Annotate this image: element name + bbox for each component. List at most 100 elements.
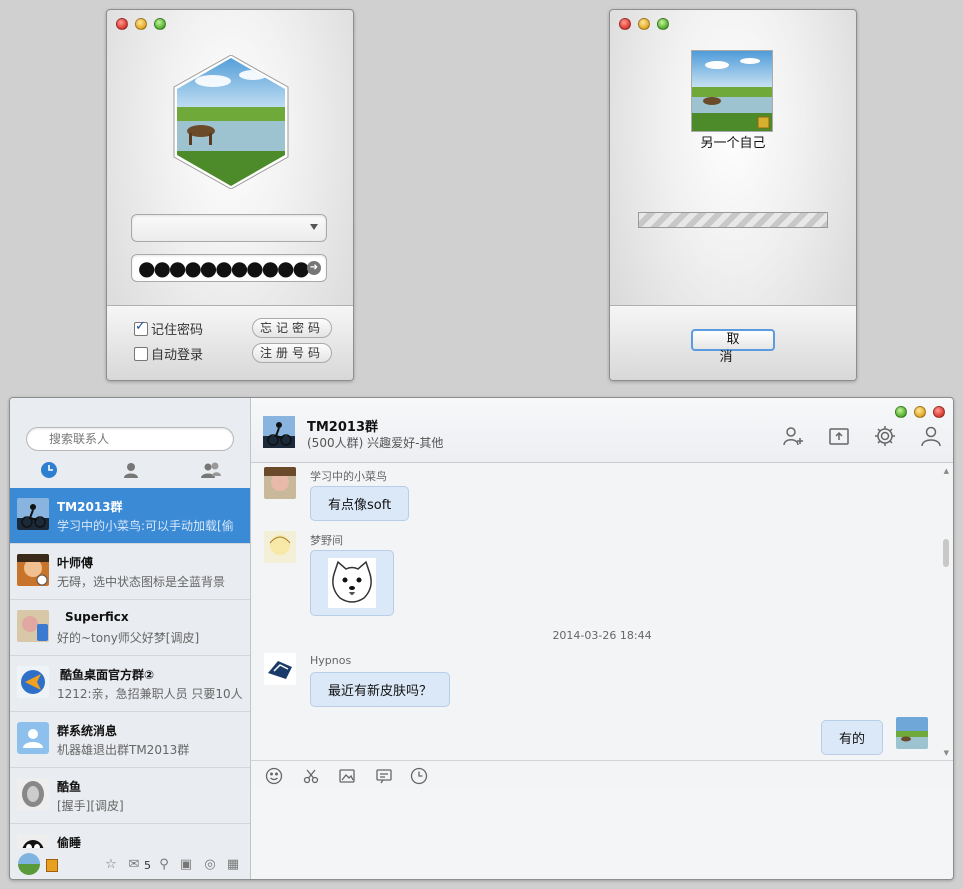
- profile-icon[interactable]: [919, 424, 943, 448]
- sender-avatar[interactable]: [264, 531, 296, 563]
- dropdown-arrow-icon[interactable]: [310, 224, 318, 230]
- checkbox-unchecked-icon[interactable]: [134, 346, 148, 361]
- message-list: 学习中的小菜鸟 有点像soft 梦野间 2014-03-26 18:44 Hyp…: [251, 463, 953, 759]
- checkbox-checked-icon[interactable]: [134, 319, 148, 336]
- session-avatar: [17, 834, 49, 848]
- zoom-button[interactable]: [154, 18, 166, 30]
- window-controls: [619, 18, 669, 30]
- user-display-name: 另一个自己: [700, 136, 766, 151]
- window-controls: [116, 18, 166, 30]
- chat-window: TM2013群 学习中的小菜鸟:可以手动加载[偷 叶师傅 无碍，选中状态图标是全…: [9, 397, 954, 880]
- message-input-area[interactable]: [251, 789, 953, 879]
- tab-groups[interactable]: [196, 458, 226, 482]
- search-box[interactable]: [26, 427, 234, 451]
- chat-header: TM2013群 (500人群) 兴趣爱好-其他: [251, 398, 953, 463]
- scissors-icon[interactable]: [302, 767, 320, 785]
- search-input[interactable]: [47, 431, 221, 447]
- session-item[interactable]: TM2013群 学习中的小菜鸟:可以手动加载[偷: [10, 488, 250, 544]
- session-avatar: [17, 722, 49, 754]
- user-avatar-hexagon[interactable]: [173, 54, 289, 190]
- message-bubble: 最近有新皮肤吗？: [310, 672, 451, 707]
- scroll-thumb[interactable]: [943, 539, 949, 567]
- close-button[interactable]: [116, 18, 128, 30]
- tab-recent[interactable]: [34, 458, 64, 482]
- session-item[interactable]: 群系统消息 机器雄退出群TM2013群: [10, 712, 250, 768]
- my-avatar[interactable]: [896, 717, 928, 749]
- search-icon[interactable]: ⚲: [156, 857, 172, 873]
- session-avatar: [17, 666, 49, 698]
- session-name: 群系统消息: [57, 724, 118, 738]
- my-avatar[interactable]: [18, 853, 40, 875]
- group-icon[interactable]: [200, 461, 222, 479]
- session-preview: 1212:亲，急招兼职人员 只要10人 3: [57, 687, 243, 701]
- group-avatar[interactable]: [263, 416, 295, 448]
- session-item[interactable]: Superficx 好的~tony师父好梦[调皮]: [10, 600, 250, 656]
- scroll-down-arrow-icon[interactable]: ▼: [944, 749, 949, 757]
- add-member-icon[interactable]: [781, 424, 805, 448]
- group-title: TM2013群: [307, 420, 378, 435]
- app-icon[interactable]: ◎: [202, 857, 218, 873]
- grid-icon[interactable]: ▦: [225, 857, 241, 873]
- sender-name: Hypnos: [310, 654, 352, 667]
- username-field[interactable]: [131, 214, 327, 242]
- session-name: Superficx: [65, 610, 129, 624]
- login-arrow-icon[interactable]: ➜: [307, 261, 321, 275]
- input-toolbar: [251, 760, 953, 789]
- emoji-icon[interactable]: [265, 767, 283, 785]
- clock-icon[interactable]: [40, 461, 58, 479]
- zoom-button[interactable]: [657, 18, 669, 30]
- session-avatar: [17, 778, 49, 810]
- message-manager-icon[interactable]: [375, 767, 393, 785]
- session-item[interactable]: 酷鱼桌面官方群② 1212:亲，急招兼职人员 只要10人 3: [10, 656, 250, 712]
- history-clock-icon[interactable]: [410, 767, 428, 785]
- login-options-bar: 记住密码 自动登录 忘记密码 注册号码: [107, 305, 353, 380]
- image-icon[interactable]: [338, 767, 356, 785]
- cancel-button[interactable]: 取 消: [691, 329, 775, 365]
- user-avatar: [691, 50, 773, 132]
- person-icon[interactable]: [122, 461, 140, 479]
- close-button[interactable]: [619, 18, 631, 30]
- mail-icon[interactable]: ✉: [126, 857, 142, 873]
- login-progress-window: 另一个自己 取 消: [609, 9, 857, 381]
- scroll-up-arrow-icon[interactable]: ▲: [944, 467, 949, 475]
- session-name: 偷睡: [57, 836, 82, 848]
- sender-name: 学习中的小菜鸟: [310, 470, 387, 483]
- session-preview: 机器雄退出群TM2013群: [57, 743, 190, 757]
- session-name: 酷鱼桌面官方群②: [60, 668, 155, 682]
- sidebar-tabs: [10, 458, 250, 486]
- session-name: TM2013群: [57, 500, 123, 514]
- close-button[interactable]: [933, 406, 945, 418]
- minimize-button[interactable]: [914, 406, 926, 418]
- sidebar: TM2013群 学习中的小菜鸟:可以手动加载[偷 叶师傅 无碍，选中状态图标是全…: [10, 398, 251, 879]
- session-avatar: [17, 554, 49, 586]
- gear-icon[interactable]: [873, 424, 897, 448]
- register-button[interactable]: 注册号码: [252, 343, 332, 363]
- password-masked-value: ●●●●●●●●●●●: [138, 256, 310, 280]
- sender-avatar[interactable]: [264, 467, 296, 499]
- window-controls: [895, 406, 945, 418]
- login-window: ●●●●●●●●●●● ➜ 记住密码 自动登录 忘记密码 注册号码: [106, 9, 354, 381]
- star-icon[interactable]: ☆: [103, 857, 119, 873]
- tab-contacts[interactable]: [116, 458, 146, 482]
- session-avatar: [17, 498, 49, 530]
- session-item[interactable]: 叶师傅 无碍，选中状态图标是全蓝背景: [10, 544, 250, 600]
- session-preview: 学习中的小菜鸟:可以手动加载[偷: [57, 519, 234, 533]
- auto-login-checkbox[interactable]: 自动登录: [134, 344, 203, 363]
- my-message-bubble: 有的: [821, 720, 884, 755]
- share-file-icon[interactable]: [827, 424, 851, 448]
- status-icon[interactable]: [46, 859, 58, 872]
- session-item[interactable]: 酷鱼 [握手][调皮]: [10, 768, 250, 824]
- zoom-button[interactable]: [895, 406, 907, 418]
- forgot-password-button[interactable]: 忘记密码: [252, 318, 332, 338]
- sender-avatar[interactable]: [264, 653, 296, 685]
- session-item[interactable]: 偷睡: [10, 824, 250, 848]
- box-icon[interactable]: ▣: [178, 857, 194, 873]
- password-field[interactable]: ●●●●●●●●●●● ➜: [131, 254, 327, 282]
- message-scrollbar[interactable]: ▲ ▼: [943, 467, 949, 757]
- session-name: 酷鱼: [57, 780, 82, 794]
- remember-password-checkbox[interactable]: 记住密码: [134, 319, 203, 338]
- minimize-button[interactable]: [135, 18, 147, 30]
- minimize-button[interactable]: [638, 18, 650, 30]
- session-preview: [握手][调皮]: [57, 799, 124, 813]
- session-name: 叶师傅: [57, 556, 94, 570]
